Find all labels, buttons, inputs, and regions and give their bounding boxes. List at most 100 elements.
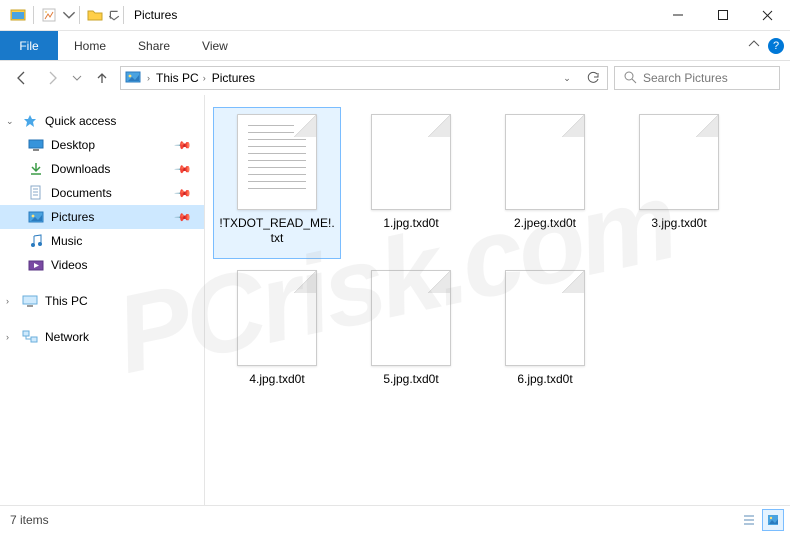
- dogear-icon: [294, 115, 316, 137]
- file-tab[interactable]: File: [0, 31, 58, 60]
- sidebar-this-pc[interactable]: › This PC: [0, 289, 204, 313]
- separator: [123, 6, 124, 24]
- sidebar-item-documents[interactable]: Documents 📌: [0, 181, 204, 205]
- address-dropdown-icon[interactable]: ⌄: [557, 67, 577, 89]
- dogear-icon: [562, 271, 584, 293]
- file-thumbnail: [505, 270, 585, 366]
- maximize-button[interactable]: [700, 0, 745, 30]
- sidebar-item-label: Videos: [51, 258, 87, 272]
- search-input[interactable]: Search Pictures: [614, 66, 780, 90]
- sidebar-quick-access[interactable]: ⌄ Quick access: [0, 109, 204, 133]
- dogear-icon: [562, 115, 584, 137]
- chevron-right-icon[interactable]: ›: [147, 73, 150, 83]
- large-icons-view-button[interactable]: [762, 509, 784, 531]
- properties-icon[interactable]: [37, 4, 61, 26]
- sidebar-item-label: Music: [51, 234, 82, 248]
- file-name: 3.jpg.txd0t: [651, 216, 706, 231]
- separator: [79, 6, 80, 24]
- recent-locations-button[interactable]: [70, 66, 84, 90]
- file-item[interactable]: 6.jpg.txd0t: [481, 263, 609, 415]
- details-view-button[interactable]: [738, 509, 760, 531]
- sidebar-item-pictures[interactable]: Pictures📌: [0, 205, 204, 229]
- up-button[interactable]: [90, 66, 114, 90]
- folder-location-icon: [83, 4, 107, 26]
- sidebar-item-label: Documents: [51, 186, 112, 200]
- view-switcher: [738, 509, 784, 531]
- status-bar: 7 items: [0, 505, 790, 533]
- dogear-icon: [428, 271, 450, 293]
- files-grid[interactable]: !TXDOT_READ_ME!.txt 1.jpg.txd0t 2.jpeg.txd…: [205, 95, 790, 505]
- sidebar-label: Quick access: [45, 114, 116, 128]
- status-text: 7 items: [10, 513, 49, 527]
- ribbon-expand-icon[interactable]: [748, 37, 760, 55]
- window-controls: [655, 0, 790, 30]
- breadcrumb-segment[interactable]: Pictures: [212, 71, 255, 85]
- sidebar-item-label: Downloads: [51, 162, 110, 176]
- address-bar: › This PC › Pictures ⌄ Search Pictures: [0, 61, 790, 95]
- search-placeholder: Search Pictures: [643, 71, 728, 85]
- sidebar-item-desktop[interactable]: Desktop📌: [0, 133, 204, 157]
- file-name: 5.jpg.txd0t: [383, 372, 438, 387]
- file-item[interactable]: !TXDOT_READ_ME!.txt: [213, 107, 341, 259]
- sidebar-item-downloads[interactable]: Downloads📌: [0, 157, 204, 181]
- file-item[interactable]: 4.jpg.txd0t: [213, 263, 341, 415]
- pictures-icon: [28, 209, 44, 225]
- file-thumbnail: [371, 270, 451, 366]
- dogear-icon: [294, 271, 316, 293]
- tab-home[interactable]: Home: [58, 31, 122, 60]
- forward-button[interactable]: [40, 66, 64, 90]
- breadcrumb-label: This PC: [156, 71, 199, 85]
- sidebar-item-music[interactable]: Music: [0, 229, 204, 253]
- qat-dropdown-icon[interactable]: [108, 4, 120, 26]
- this-pc-icon: [22, 293, 38, 309]
- qat-dropdown-icon[interactable]: [62, 4, 76, 26]
- file-item[interactable]: 2.jpeg.txd0t: [481, 107, 609, 259]
- chevron-down-icon[interactable]: ⌄: [6, 116, 14, 127]
- tab-view[interactable]: View: [186, 31, 244, 60]
- sidebar-network[interactable]: › Network: [0, 325, 204, 349]
- main-area: ⌄ Quick access Desktop📌Downloads📌Documen…: [0, 95, 790, 505]
- videos-icon: [28, 257, 44, 273]
- network-icon: [22, 329, 38, 345]
- music-icon: [28, 233, 44, 249]
- sidebar-label: Network: [45, 330, 89, 344]
- separator: [33, 6, 34, 24]
- close-button[interactable]: [745, 0, 790, 30]
- file-thumbnail: [237, 114, 317, 210]
- file-item[interactable]: 5.jpg.txd0t: [347, 263, 475, 415]
- refresh-button[interactable]: [583, 67, 603, 89]
- file-thumbnail: [505, 114, 585, 210]
- tab-share[interactable]: Share: [122, 31, 186, 60]
- downloads-icon: [28, 161, 44, 177]
- navigation-pane: ⌄ Quick access Desktop📌Downloads📌Documen…: [0, 95, 205, 505]
- file-item[interactable]: 3.jpg.txd0t: [615, 107, 743, 259]
- search-icon: [623, 70, 637, 87]
- pictures-location-icon: [125, 70, 141, 87]
- breadcrumb-segment[interactable]: This PC ›: [156, 71, 206, 85]
- chevron-right-icon[interactable]: ›: [6, 332, 9, 342]
- breadcrumb-label: Pictures: [212, 71, 255, 85]
- help-icon[interactable]: ?: [768, 38, 784, 54]
- pin-icon: 📌: [174, 208, 193, 227]
- back-button[interactable]: [10, 66, 34, 90]
- minimize-button[interactable]: [655, 0, 700, 30]
- dogear-icon: [428, 115, 450, 137]
- pin-icon: 📌: [174, 184, 193, 203]
- chevron-right-icon[interactable]: ›: [6, 296, 9, 306]
- file-item[interactable]: 1.jpg.txd0t: [347, 107, 475, 259]
- file-name: 1.jpg.txd0t: [383, 216, 438, 231]
- breadcrumb-box[interactable]: › This PC › Pictures ⌄: [120, 66, 608, 90]
- star-icon: [22, 113, 38, 129]
- sidebar-item-label: Desktop: [51, 138, 95, 152]
- sidebar-label: This PC: [45, 294, 88, 308]
- chevron-right-icon[interactable]: ›: [203, 73, 206, 83]
- explorer-app-icon: [6, 4, 30, 26]
- titlebar: Pictures: [0, 0, 790, 31]
- sidebar-item-videos[interactable]: Videos: [0, 253, 204, 277]
- file-name: 4.jpg.txd0t: [249, 372, 304, 387]
- file-name: 6.jpg.txd0t: [517, 372, 572, 387]
- file-thumbnail: [371, 114, 451, 210]
- dogear-icon: [696, 115, 718, 137]
- window-title: Pictures: [134, 8, 177, 22]
- file-thumbnail: [639, 114, 719, 210]
